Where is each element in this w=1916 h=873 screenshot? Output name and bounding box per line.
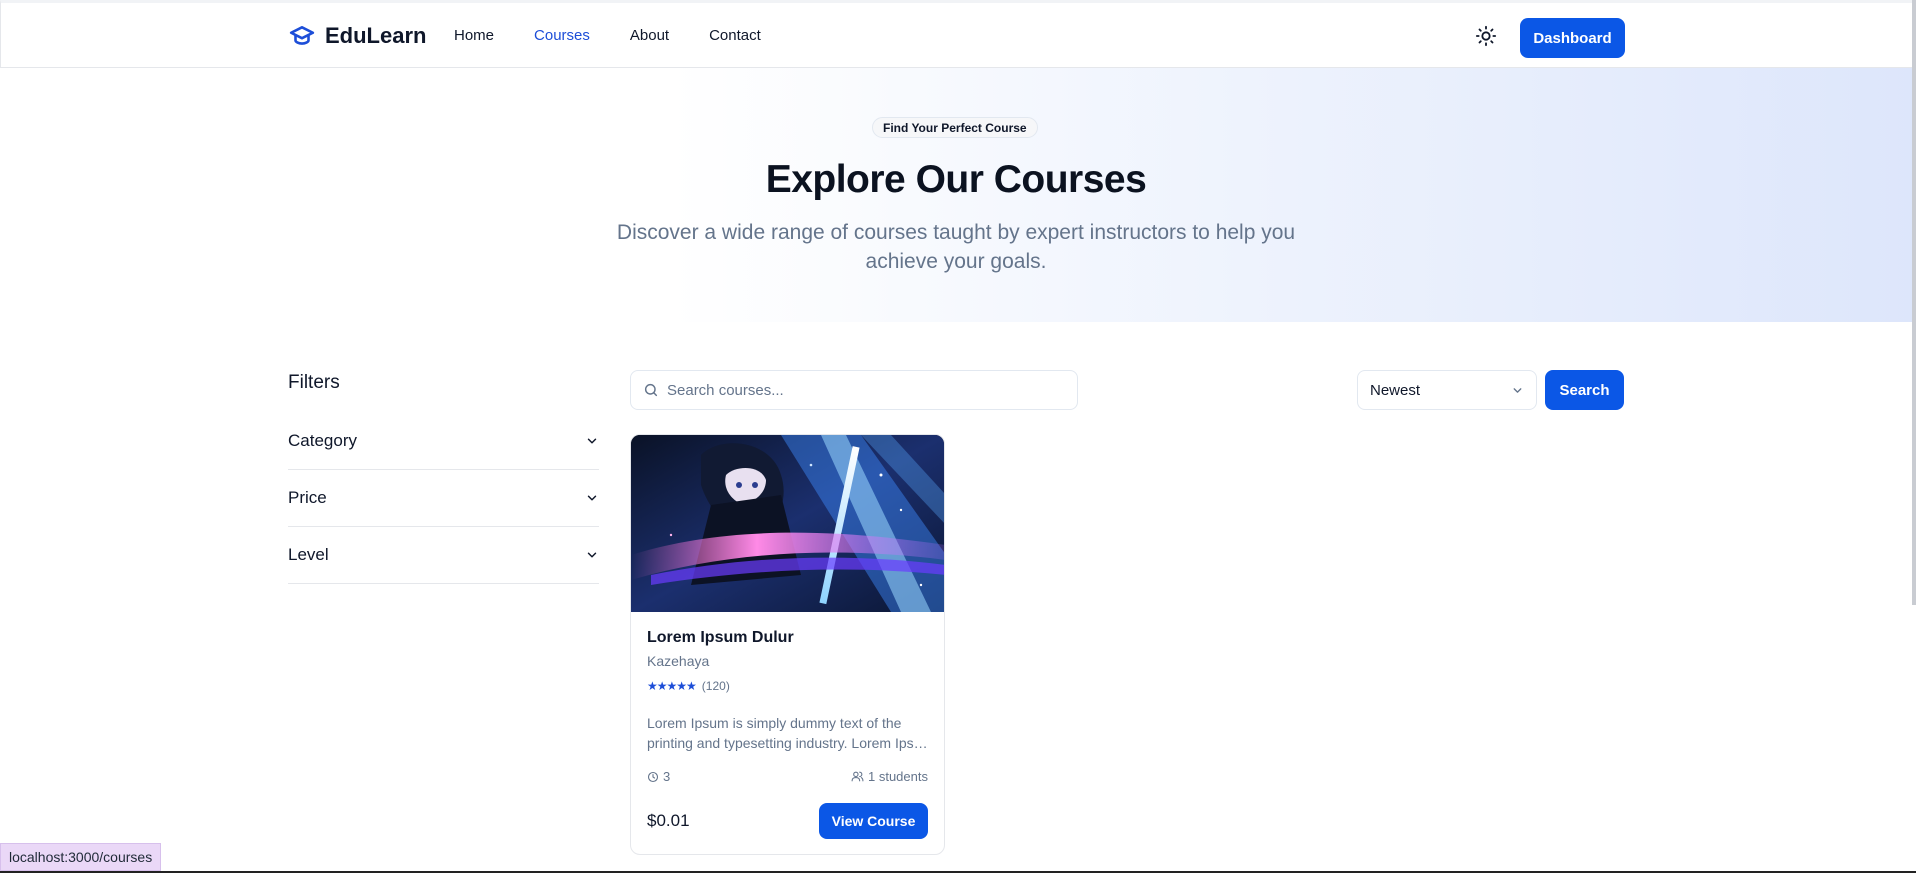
search-box <box>630 370 1078 410</box>
nav-about[interactable]: About <box>630 27 669 44</box>
filters-title: Filters <box>288 372 340 393</box>
course-rating: ★★★★★ (120) <box>647 679 730 693</box>
course-title[interactable]: Lorem Ipsum Dulur <box>647 629 794 647</box>
rating-count: (120) <box>701 679 730 693</box>
clock-icon <box>647 771 659 782</box>
brand-logo[interactable]: EduLearn <box>289 23 426 49</box>
filter-level-label: Level <box>288 545 329 564</box>
sort-select-value: Newest <box>1370 381 1421 399</box>
search-input[interactable] <box>667 381 1057 399</box>
nav-courses[interactable]: Courses <box>534 27 590 44</box>
graduation-cap-icon <box>289 26 315 45</box>
main-nav: Home Courses About Contact <box>454 27 761 44</box>
nav-home[interactable]: Home <box>454 27 494 44</box>
users-icon <box>851 771 864 782</box>
sun-icon[interactable] <box>1475 25 1497 47</box>
chevron-down-icon <box>587 552 597 558</box>
filter-level[interactable]: Level <box>288 527 599 584</box>
chevron-down-icon <box>587 495 597 501</box>
page-scrollbar[interactable] <box>1912 0 1916 605</box>
search-button[interactable]: Search <box>1545 370 1624 410</box>
chevron-down-icon <box>1513 387 1522 393</box>
course-duration-value: 3 <box>663 769 671 784</box>
course-thumbnail[interactable] <box>631 435 944 612</box>
filter-price[interactable]: Price <box>288 470 599 527</box>
course-students: 1 students <box>851 769 928 784</box>
star-rating-icons: ★★★★★ <box>647 679 697 693</box>
course-card[interactable]: Lorem Ipsum Dulur Kazehaya ★★★★★ (120) L… <box>630 434 945 855</box>
status-bar-url: localhost:3000/courses <box>0 843 162 871</box>
view-course-button[interactable]: View Course <box>819 803 928 839</box>
course-duration: 3 <box>647 769 670 784</box>
course-description-line: printing and typesetting industry. Lorem… <box>647 735 933 751</box>
course-image <box>631 435 944 612</box>
dashboard-button[interactable]: Dashboard <box>1520 18 1625 58</box>
hero-section: Find Your Perfect Course Explore Our Cou… <box>0 68 1916 322</box>
page-title: Explore Our Courses <box>765 158 1147 201</box>
course-description-line: Lorem Ipsum is simply dummy text of the <box>647 715 902 731</box>
sort-select[interactable]: Newest <box>1357 370 1537 410</box>
course-price: $0.01 <box>647 811 690 830</box>
filter-category-label: Category <box>288 431 357 450</box>
chevron-down-icon <box>587 438 597 444</box>
course-author: Kazehaya <box>647 653 710 669</box>
brand-name: EduLearn <box>325 23 427 48</box>
top-header: EduLearn Home Courses About Contact Dash… <box>0 0 1916 68</box>
filter-category[interactable]: Category <box>288 413 599 470</box>
search-icon <box>644 383 658 397</box>
hero-badge: Find Your Perfect Course <box>872 117 1038 138</box>
course-students-value: 1 students <box>868 769 928 784</box>
nav-contact[interactable]: Contact <box>709 27 761 44</box>
hero-subtitle: Discover a wide range of courses taught … <box>616 221 1296 273</box>
filter-price-label: Price <box>288 488 327 507</box>
course-description: Lorem Ipsum is simply dummy text of the … <box>647 713 933 753</box>
